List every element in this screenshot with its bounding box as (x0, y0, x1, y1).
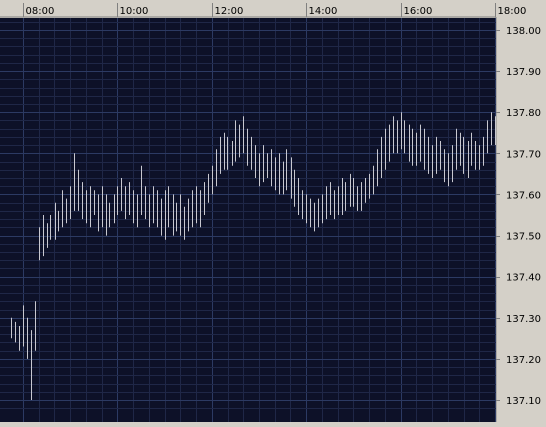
price-axis-label: 137.70 (506, 149, 541, 160)
price-axis-label: 137.20 (506, 355, 541, 366)
price-axis-label: 137.10 (506, 396, 541, 407)
price-axis-label: 138.00 (506, 26, 541, 37)
time-axis-label: 16:00 (404, 6, 433, 17)
price-axis-label: 137.90 (506, 67, 541, 78)
price-axis-label: 137.60 (506, 190, 541, 201)
price-chart[interactable]: 08:0010:0012:0014:0016:0018:0020:0022:00… (0, 0, 546, 422)
time-axis-label: 10:00 (120, 6, 149, 17)
time-axis-label: 12:00 (215, 6, 244, 17)
price-axis-label: 137.40 (506, 273, 541, 284)
time-axis-label: 14:00 (309, 6, 338, 17)
price-axis-label: 137.30 (506, 314, 541, 325)
time-axis-panel (0, 0, 546, 17)
price-axis-label: 137.80 (506, 108, 541, 119)
price-chart-svg[interactable]: 08:0010:0012:0014:0016:0018:0020:0022:00… (0, 0, 546, 422)
price-axis-label: 137.50 (506, 232, 541, 243)
time-axis-label: 08:00 (26, 6, 55, 17)
time-axis-label: 18:00 (498, 6, 527, 17)
